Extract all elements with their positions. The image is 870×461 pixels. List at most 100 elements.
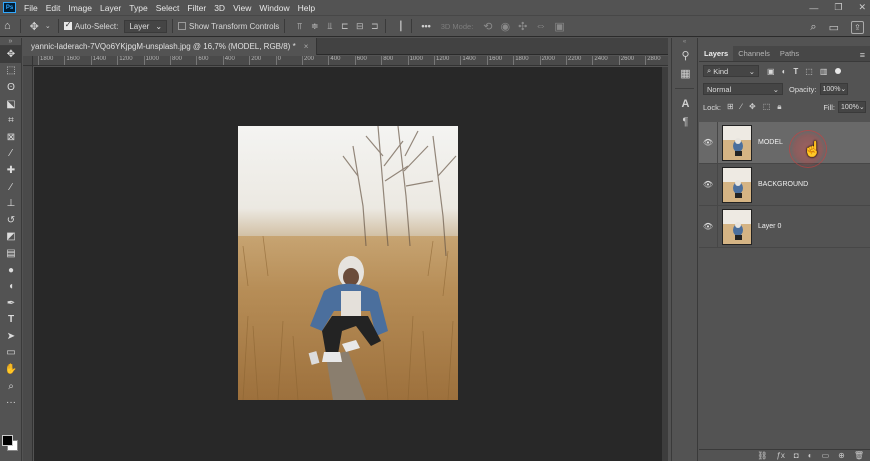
3d-slide-icon[interactable]: ⇔ (531, 20, 550, 32)
align-horizontal-centers-icon[interactable]: ⊟ (354, 21, 365, 31)
filter-kind-dropdown[interactable]: ⌕ Kind ⌄ (703, 65, 759, 77)
collapse-toolbar-icon[interactable]: » (0, 38, 21, 46)
align-top-edges-icon[interactable]: ⫪ (294, 21, 305, 31)
collapse-dock-icon[interactable]: « (672, 38, 697, 46)
lasso-tool-icon[interactable]: ʘ (0, 79, 22, 96)
3d-scale-icon[interactable]: ▣ (550, 20, 568, 33)
layer-name[interactable]: MODEL (758, 139, 783, 146)
move-tool-icon[interactable]: ✥ (0, 46, 22, 63)
zoom-tool-icon[interactable]: ⌕ (0, 378, 22, 395)
adjustment-layer-icon[interactable]: ◐ (808, 451, 813, 460)
layer-name[interactable]: BACKGROUND (758, 181, 808, 188)
align-left-edges-icon[interactable]: ⊏ (339, 21, 350, 31)
menu-3d[interactable]: 3D (210, 3, 229, 13)
menu-type[interactable]: Type (125, 3, 151, 13)
blend-mode-dropdown[interactable]: Normal ⌄ (703, 83, 783, 95)
layer-style-icon[interactable]: ƒx (776, 451, 784, 460)
ruler-origin[interactable] (23, 56, 33, 66)
layer-row-background[interactable]: 👁︎ BACKGROUND (699, 164, 870, 206)
panel-menu-icon[interactable]: ≡ (860, 50, 865, 60)
history-brush-tool-icon[interactable]: ↺ (0, 212, 22, 229)
eraser-tool-icon[interactable]: ◩ (0, 229, 22, 246)
layer-row-model[interactable]: 👁︎ MODEL ☝ (699, 122, 870, 168)
minimize-button[interactable]: — (809, 3, 818, 13)
gradient-tool-icon[interactable]: ▤ (0, 245, 22, 262)
type-tool-icon[interactable]: T (0, 312, 22, 329)
tab-layers[interactable]: Layers (699, 46, 734, 61)
add-mask-icon[interactable]: ◘ (794, 451, 799, 460)
eye-icon[interactable]: 👁︎ (699, 180, 717, 189)
object-selection-tool-icon[interactable]: ⬕ (0, 96, 22, 113)
3d-orbit-icon[interactable]: ⟲ (479, 20, 496, 33)
checkbox-checked-icon[interactable] (63, 20, 72, 30)
adjustment-filter-icon[interactable]: ◐ (782, 67, 787, 76)
opacity-input[interactable]: 100% ⌄ (819, 83, 848, 95)
new-layer-icon[interactable]: ⊕ (838, 451, 845, 460)
search-icon[interactable]: ⌕ (810, 21, 816, 34)
menu-image[interactable]: Image (64, 3, 96, 13)
checkbox-unchecked-icon[interactable] (178, 22, 187, 30)
smart-object-filter-icon[interactable]: ▥ (820, 67, 828, 76)
rectangle-tool-icon[interactable]: ▭ (0, 345, 22, 362)
frame-tool-icon[interactable]: ⊠ (0, 129, 22, 146)
new-group-icon[interactable]: ▭ (822, 451, 830, 460)
lock-position-icon[interactable]: ✥ (749, 102, 756, 112)
eye-icon[interactable]: 👁︎ (699, 222, 717, 231)
brush-tool-icon[interactable]: ∕ (0, 179, 22, 196)
character-panel-icon[interactable]: A (672, 95, 699, 113)
path-selection-tool-icon[interactable]: ➤ (0, 328, 22, 345)
menu-window[interactable]: Window (255, 3, 293, 13)
document-image[interactable] (238, 126, 458, 400)
vertical-scrollbar[interactable] (662, 67, 668, 461)
layer-name[interactable]: Layer 0 (758, 223, 781, 230)
menu-file[interactable]: File (20, 3, 42, 13)
distribute-horizontal-icon[interactable]: ┃ (395, 21, 406, 31)
menu-help[interactable]: Help (294, 3, 319, 13)
show-transform-controls-checkbox[interactable]: Show Transform Controls (178, 22, 279, 31)
paragraph-panel-icon[interactable]: ¶ (672, 113, 699, 131)
tab-paths[interactable]: Paths (775, 46, 804, 61)
lock-artboard-icon[interactable]: ⬚ (763, 102, 771, 112)
auto-select-target-dropdown[interactable]: Layer ⌄ (124, 19, 168, 33)
dodge-tool-icon[interactable]: ◖ (0, 278, 22, 295)
learn-icon[interactable]: ▦ (672, 64, 699, 82)
align-right-edges-icon[interactable]: ⊐ (369, 21, 380, 31)
marquee-tool-icon[interactable]: ⬚ (0, 63, 22, 80)
3d-pan-icon[interactable]: ✣ (514, 20, 531, 33)
lock-image-icon[interactable]: ∕ (741, 102, 742, 112)
delete-layer-icon[interactable]: 🗑︎ (854, 451, 864, 460)
tab-channels[interactable]: Channels (733, 46, 775, 61)
crop-tool-icon[interactable]: ⌗ (0, 112, 22, 129)
move-tool-icon[interactable]: ✥ (26, 20, 43, 33)
horizontal-ruler[interactable]: 1800 1600 1400 1200 1000 800 600 400 200 0 200 400 6… (33, 56, 668, 66)
pen-tool-icon[interactable]: ✒ (0, 295, 22, 312)
document-tab[interactable]: yannic-laderach-7VQo6YKjpgM-unsplash.jpg… (23, 38, 318, 55)
libraries-icon[interactable]: ⚲ (672, 46, 699, 64)
clone-stamp-tool-icon[interactable]: ⊥ (0, 195, 22, 212)
workspace-icon[interactable]: ▭ (829, 21, 839, 34)
menu-select[interactable]: Select (152, 3, 184, 13)
color-swatches[interactable] (2, 431, 20, 451)
auto-select-checkbox[interactable]: Auto-Select: (63, 20, 118, 31)
align-vertical-centers-icon[interactable]: ≑ (309, 21, 320, 31)
filter-toggle-icon[interactable] (835, 68, 842, 74)
close-document-icon[interactable]: × (304, 42, 309, 51)
chevron-down-icon[interactable]: ⌄ (43, 22, 53, 30)
more-options-button[interactable]: ••• (417, 21, 434, 31)
align-bottom-edges-icon[interactable]: ⫫ (324, 21, 335, 31)
menu-view[interactable]: View (229, 3, 255, 13)
lock-all-icon[interactable]: 🔒︎ (777, 102, 781, 112)
eye-icon[interactable]: 👁︎ (699, 138, 717, 147)
3d-roll-icon[interactable]: ◉ (497, 20, 515, 33)
healing-brush-tool-icon[interactable]: ✚ (0, 162, 22, 179)
vertical-ruler[interactable] (23, 66, 33, 461)
pixel-filter-icon[interactable]: ▣ (767, 67, 775, 76)
foreground-color-swatch[interactable] (2, 435, 13, 446)
more-tools-icon[interactable]: ··· (0, 394, 22, 411)
shape-filter-icon[interactable]: ⬚ (805, 67, 813, 76)
type-filter-icon[interactable]: T (793, 67, 798, 76)
link-layers-icon[interactable]: ⛓︎ (757, 451, 767, 460)
layer-row-layer-0[interactable]: 👁︎ Layer 0 (699, 206, 870, 248)
share-icon[interactable]: ⇪ (851, 20, 864, 34)
lock-transparent-icon[interactable]: ⊞ (727, 102, 734, 112)
